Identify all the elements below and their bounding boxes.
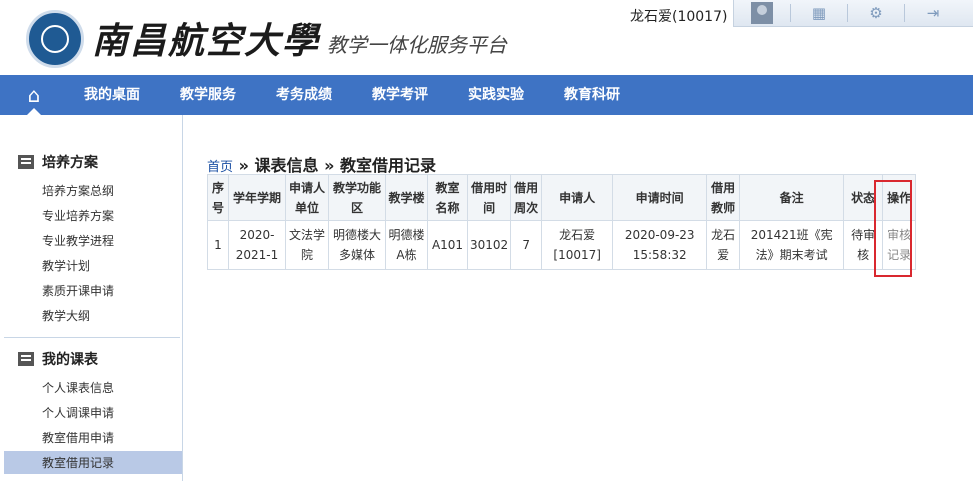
col-header-building: 教学楼 [385, 174, 428, 221]
list-icon [18, 352, 34, 366]
apps-button[interactable]: ▦ [791, 0, 847, 26]
grid-icon: ▦ [811, 4, 827, 22]
sidebar-item-reschedule-request[interactable]: 个人调课申请 [42, 404, 114, 421]
sidebar-item-major-progress[interactable]: 专业教学进程 [42, 232, 114, 249]
col-header-term: 学年学期 [228, 174, 286, 221]
col-header-unit: 申请人单位 [285, 174, 329, 221]
sidebar-item-personal-schedule[interactable]: 个人课表信息 [42, 379, 114, 396]
sidebar-item-quality-course[interactable]: 素质开课申请 [42, 282, 114, 299]
avatar-button[interactable] [734, 0, 790, 26]
sidebar-item-classroom-records[interactable]: 教室借用记录 [42, 454, 114, 471]
avatar [751, 2, 773, 24]
sidebar-section-title: 我的课表 [42, 352, 98, 368]
col-header-room: 教室名称 [427, 174, 468, 221]
nav-item-teaching-service[interactable]: 教学服务 [180, 75, 236, 115]
header: 南昌航空大學 教学一体化服务平台 龙石爱(10017) ▦ ⚙ ⇥ [0, 0, 973, 75]
breadcrumb-separator: » [324, 156, 335, 175]
username: 龙石爱(10017) [630, 9, 728, 25]
list-icon [18, 155, 34, 169]
cell-time: 30102 [466, 220, 512, 270]
col-header-time: 借用时间 [466, 174, 512, 221]
sidebar-item-classroom-request[interactable]: 教室借用申请 [42, 429, 114, 446]
cell-index: 1 [207, 220, 229, 270]
school-logo [26, 10, 84, 68]
table-header-row: 序号 学年学期 申请人单位 教学功能区 教学楼 教室名称 借用时间 借用周次 申… [207, 174, 917, 221]
cell-term: 2020-2021-1 [228, 220, 286, 270]
breadcrumb-home-link[interactable]: 首页 [207, 160, 233, 175]
cell-building: 明德楼A栋 [385, 220, 428, 270]
status-highlight-box [874, 180, 912, 277]
school-name: 南昌航空大學 [92, 20, 321, 62]
gear-icon: ⚙ [869, 4, 883, 22]
settings-button[interactable]: ⚙ [848, 0, 904, 26]
table-row: 1 2020-2021-1 文法学院 明德楼大多媒体 明德楼A栋 A101 30… [207, 220, 917, 270]
cell-applicant: 龙石爱[10017] [541, 220, 614, 270]
breadcrumb-level1: 课表信息 [254, 156, 319, 175]
breadcrumb-separator: » [238, 156, 249, 175]
sidebar: 培养方案 培养方案总纲 专业培养方案 专业教学进程 教学计划 素质开课申请 教学… [0, 115, 183, 481]
sidebar-section-title: 培养方案 [42, 155, 98, 171]
logout-button[interactable]: ⇥ [905, 0, 961, 26]
sidebar-item-teaching-plan[interactable]: 教学计划 [42, 257, 90, 274]
breadcrumb-level2: 教室借用记录 [340, 156, 437, 175]
cell-zone: 明德楼大多媒体 [328, 220, 386, 270]
cell-apply-time: 2020-09-23 15:58:32 [612, 220, 708, 270]
col-header-teacher: 借用教师 [706, 174, 741, 221]
logout-icon: ⇥ [926, 4, 940, 22]
cell-unit: 文法学院 [285, 220, 329, 270]
breadcrumb: 首页 » 课表信息 » 教室借用记录 [207, 152, 436, 176]
cell-teacher: 龙石爱 [706, 220, 741, 270]
sidebar-section-training-plan[interactable]: 培养方案 [18, 152, 98, 172]
sidebar-item-major-plan[interactable]: 专业培养方案 [42, 207, 114, 224]
main-nav: ⌂ 我的桌面 教学服务 考务成绩 教学考评 实践实验 教育科研 [0, 75, 973, 115]
col-header-remark: 备注 [739, 174, 845, 221]
platform-name: 教学一体化服务平台 [327, 33, 507, 57]
nav-item-practice-experiment[interactable]: 实践实验 [468, 75, 524, 115]
borrow-records-table: 序号 学年学期 申请人单位 教学功能区 教学楼 教室名称 借用时间 借用周次 申… [207, 174, 917, 270]
cell-remark: 201421班《宪法》期末考试 [739, 220, 845, 270]
cell-room: A101 [427, 220, 468, 270]
nav-item-desktop[interactable]: 我的桌面 [84, 75, 140, 115]
nav-item-exam-scores[interactable]: 考务成绩 [276, 75, 332, 115]
sidebar-divider [4, 337, 180, 338]
nav-item-education-research[interactable]: 教育科研 [564, 75, 620, 115]
cell-week: 7 [510, 220, 543, 270]
sidebar-section-my-schedule[interactable]: 我的课表 [18, 349, 98, 369]
home-icon: ⌂ [27, 83, 41, 107]
sidebar-item-plan-outline[interactable]: 培养方案总纲 [42, 182, 114, 199]
col-header-week: 借用周次 [510, 174, 543, 221]
col-header-apply-time: 申请时间 [612, 174, 708, 221]
col-header-applicant: 申请人 [541, 174, 614, 221]
user-toolbar: ▦ ⚙ ⇥ [733, 0, 973, 27]
nav-item-teaching-evaluation[interactable]: 教学考评 [372, 75, 428, 115]
col-header-index: 序号 [207, 174, 229, 221]
sidebar-item-syllabus[interactable]: 教学大纲 [42, 307, 90, 324]
col-header-zone: 教学功能区 [328, 174, 386, 221]
